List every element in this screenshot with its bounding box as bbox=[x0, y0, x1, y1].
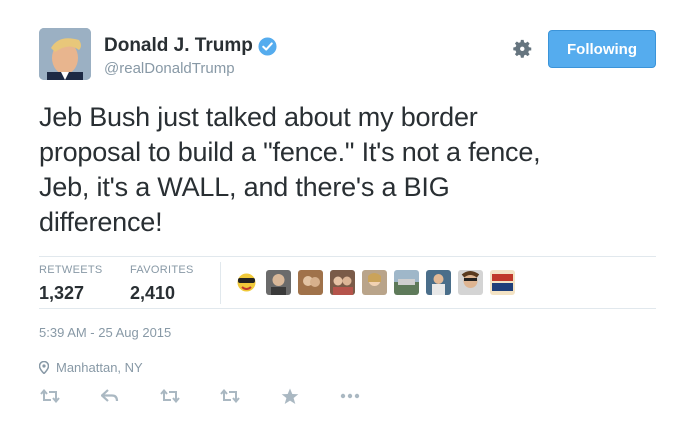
tweet-line: Jeb, it's a WALL, and there's a BIG bbox=[39, 172, 450, 202]
favoriter-avatar[interactable] bbox=[490, 270, 515, 295]
favorite-star-icon bbox=[281, 388, 299, 404]
tweet-line: Jeb Bush just talked about my border bbox=[39, 102, 478, 132]
favoriter-avatar[interactable] bbox=[330, 270, 355, 295]
retweet-icon bbox=[220, 389, 240, 403]
favoriter-avatar[interactable] bbox=[266, 270, 291, 295]
author-name-row: Donald J. Trump bbox=[104, 35, 277, 57]
tweet-timestamp[interactable]: 5:39 AM - 25 Aug 2015 bbox=[39, 325, 171, 340]
favoriter-avatar[interactable] bbox=[234, 270, 259, 295]
favorites-stat[interactable]: FAVORITES 2,410 bbox=[130, 264, 194, 304]
author-handle[interactable]: @realDonaldTrump bbox=[104, 60, 235, 77]
stats-separator bbox=[220, 262, 221, 304]
reply-icon bbox=[101, 389, 119, 402]
favorites-label: FAVORITES bbox=[130, 264, 194, 276]
retweets-count: 1,327 bbox=[39, 283, 85, 303]
tweet-card: Donald J. Trump @realDonaldTrump Followi… bbox=[0, 0, 692, 436]
favoriter-avatar[interactable] bbox=[458, 270, 483, 295]
retweets-label: RETWEETS bbox=[39, 264, 103, 276]
favoriter-avatar[interactable] bbox=[362, 270, 387, 295]
location-pin-icon bbox=[39, 361, 49, 374]
tweet-line: difference! bbox=[39, 207, 163, 237]
author-avatar[interactable] bbox=[39, 28, 91, 80]
gear-icon[interactable] bbox=[512, 38, 534, 60]
following-button-label: Following bbox=[567, 40, 637, 58]
tweet-actions bbox=[39, 386, 399, 406]
divider bbox=[39, 308, 656, 309]
location-label: Manhattan, NY bbox=[56, 360, 143, 375]
favoriter-avatar[interactable] bbox=[426, 270, 451, 295]
verified-badge-icon bbox=[258, 36, 277, 56]
tweet-text: Jeb Bush just talked about my border pro… bbox=[39, 100, 619, 240]
retweets-stat[interactable]: RETWEETS 1,327 bbox=[39, 264, 103, 304]
favoriters-avatars bbox=[234, 270, 522, 295]
reply-button[interactable] bbox=[99, 386, 121, 406]
more-button[interactable] bbox=[339, 386, 361, 406]
divider bbox=[39, 256, 656, 257]
retweet-icon bbox=[40, 389, 60, 403]
more-dots-icon bbox=[340, 393, 360, 399]
favoriter-avatar[interactable] bbox=[298, 270, 323, 295]
favorite-button[interactable] bbox=[279, 386, 301, 406]
retweet-button[interactable] bbox=[159, 386, 181, 406]
retweet-button[interactable] bbox=[219, 386, 241, 406]
retweet-icon bbox=[160, 389, 180, 403]
favorites-count: 2,410 bbox=[130, 283, 176, 303]
tweet-location[interactable]: Manhattan, NY bbox=[39, 360, 143, 375]
author-name[interactable]: Donald J. Trump bbox=[104, 35, 253, 57]
tweet-line: proposal to build a "fence." It's not a … bbox=[39, 137, 541, 167]
following-button[interactable]: Following bbox=[548, 30, 656, 68]
retweet-button[interactable] bbox=[39, 386, 61, 406]
favoriter-avatar[interactable] bbox=[394, 270, 419, 295]
